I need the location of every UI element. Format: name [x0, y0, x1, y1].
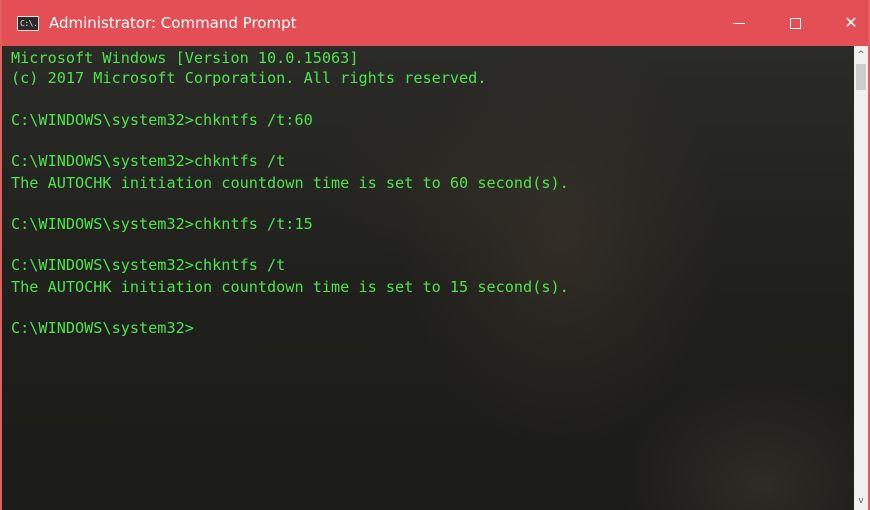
console-line: Microsoft Windows [Version 10.0.15063]: [11, 49, 359, 67]
close-button[interactable]: ✕: [824, 0, 868, 46]
command-prompt-icon: C:\.: [17, 16, 39, 31]
title-bar[interactable]: C:\. Administrator: Command Prompt ✕: [2, 0, 868, 46]
console-output[interactable]: Microsoft Windows [Version 10.0.15063] (…: [2, 46, 854, 510]
close-icon: ✕: [844, 13, 858, 32]
vertical-scrollbar[interactable]: ^ v: [854, 46, 868, 510]
command-prompt-window: C:\. Administrator: Command Prompt ✕ Mic…: [0, 0, 870, 510]
console-line: C:\WINDOWS\system32>chkntfs /t: [11, 152, 286, 170]
scroll-down-icon[interactable]: v: [854, 494, 868, 508]
maximize-icon: [789, 17, 801, 29]
minimize-icon: [733, 22, 745, 24]
console-prompt-line: C:\WINDOWS\system32>: [11, 319, 194, 337]
minimize-button[interactable]: [712, 0, 766, 46]
console-line: The AUTOCHK initiation countdown time is…: [11, 174, 569, 192]
console-lines: Microsoft Windows [Version 10.0.15063] (…: [11, 46, 569, 337]
console-line: C:\WINDOWS\system32>chkntfs /t:15: [11, 215, 313, 233]
maximize-button[interactable]: [768, 0, 822, 46]
console-line: C:\WINDOWS\system32>chkntfs /t: [11, 256, 286, 274]
scrollbar-thumb[interactable]: [856, 64, 866, 90]
console-line: (c) 2017 Microsoft Corporation. All righ…: [11, 69, 487, 87]
console-line: The AUTOCHK initiation countdown time is…: [11, 278, 569, 296]
console-line: C:\WINDOWS\system32>chkntfs /t:60: [11, 111, 313, 129]
scroll-up-icon[interactable]: ^: [854, 48, 868, 62]
window-title: Administrator: Command Prompt: [49, 14, 297, 32]
